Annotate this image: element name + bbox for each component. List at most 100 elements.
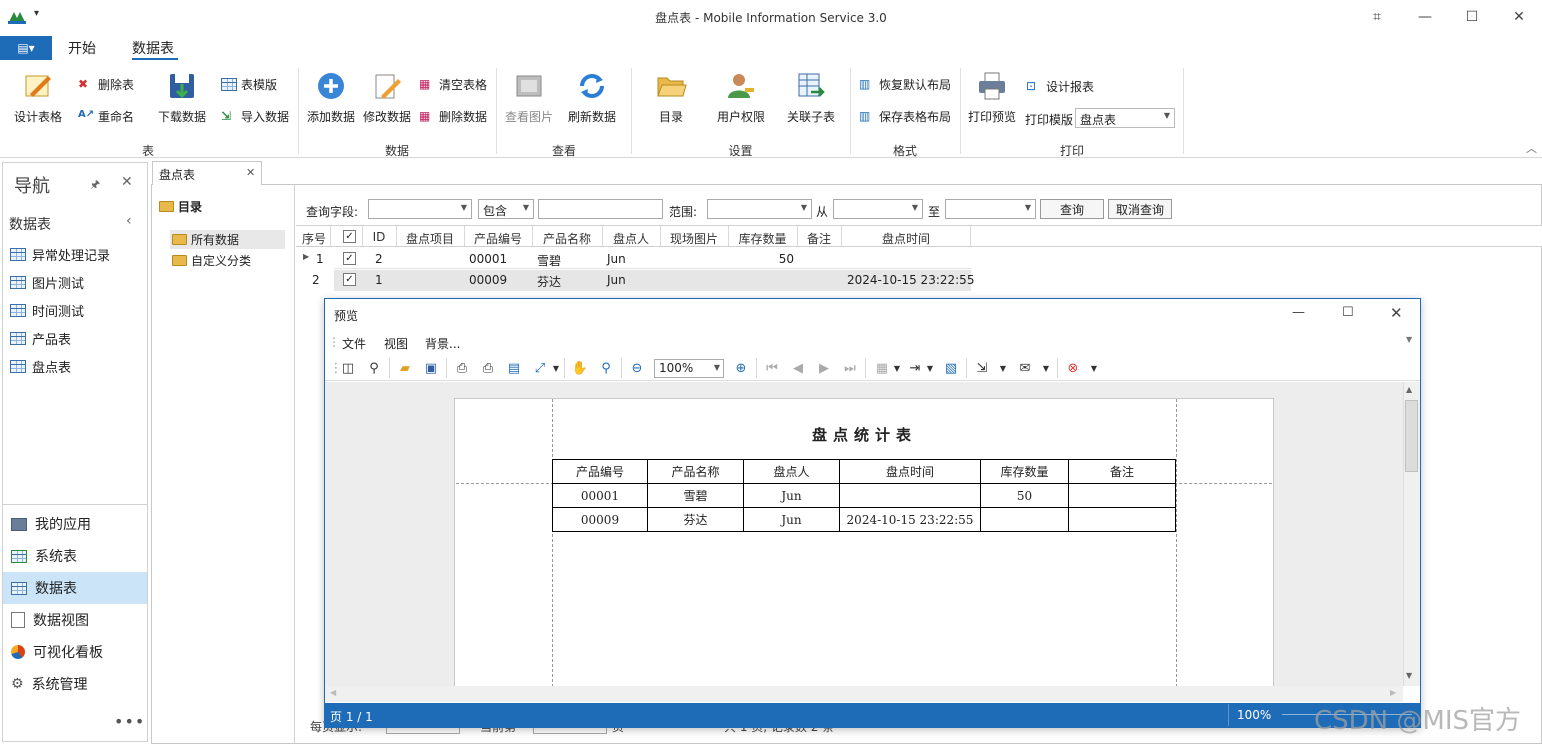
delete-data-button[interactable]: ▦ 删除数据 (419, 108, 487, 125)
zoom-select[interactable]: 100% ▼ (654, 359, 724, 378)
clear-table-button[interactable]: ▦ 清空表格 (419, 76, 487, 93)
toggle-sidebar-icon[interactable]: ◫ (340, 360, 356, 376)
col-header-time[interactable]: 盘点时间 (841, 230, 971, 247)
nav-section-header[interactable]: 数据表 (9, 214, 51, 234)
select-all-checkbox[interactable]: ✓ (343, 230, 356, 243)
design-report-button[interactable]: ⊡ 设计报表 (1026, 78, 1094, 95)
user-permissions-button[interactable]: 用户权限 (714, 70, 768, 125)
chevron-down-icon[interactable]: ▼ (995, 360, 1011, 376)
chevron-left-icon[interactable]: ‹ (126, 213, 132, 229)
menu-background[interactable]: 背景... (425, 335, 460, 352)
table-template-button[interactable]: 表模版 (221, 76, 277, 93)
print-icon[interactable]: ⎙ (454, 360, 470, 376)
design-table-button[interactable]: 设计表格 (10, 70, 66, 125)
refresh-data-button[interactable]: 刷新数据 (566, 70, 618, 125)
query-field-select[interactable]: ▼ (368, 199, 472, 219)
col-header-id[interactable]: ID (362, 230, 396, 244)
col-header-name[interactable]: 产品名称 (532, 230, 602, 247)
page-color-icon[interactable]: ⇥ (907, 360, 923, 376)
zoom-out-icon[interactable]: ⊖ (629, 360, 645, 376)
tree-root[interactable]: 目录 (159, 198, 202, 215)
linked-subtable-button[interactable]: 关联子表 (784, 70, 838, 125)
nav-dashboards[interactable]: 可视化看板 (3, 636, 147, 668)
next-page-icon[interactable]: ▶ (816, 360, 832, 376)
watermark-icon[interactable]: ▧ (943, 360, 959, 376)
search-button[interactable]: 查询 (1040, 199, 1104, 219)
delete-table-button[interactable]: ✖ 删除表 (78, 76, 134, 93)
multi-page-icon[interactable]: ▦ (874, 360, 890, 376)
scroll-right-icon[interactable]: ▶ (1390, 688, 1396, 697)
col-header-remark[interactable]: 备注 (797, 230, 841, 247)
close-tab-icon[interactable]: ✕ (246, 166, 255, 179)
nav-system-admin[interactable]: ⚙ 系统管理 (3, 668, 147, 700)
view-image-button[interactable]: 查看图片 (503, 70, 555, 125)
save-table-layout-button[interactable]: ▥ 保存表格布局 (859, 108, 951, 125)
nav-data-tables[interactable]: 数据表 (3, 572, 147, 604)
chevron-down-icon[interactable]: ▼ (1038, 360, 1054, 376)
page-setup-icon[interactable]: ▤ (506, 360, 522, 376)
print-template-select[interactable]: 盘点表 ▼ (1075, 108, 1175, 128)
close-button[interactable]: ✕ (1496, 4, 1542, 30)
add-data-button[interactable]: 添加数据 (305, 70, 357, 125)
first-page-icon[interactable]: ⏮ (764, 360, 780, 376)
nav-my-apps[interactable]: 我的应用 (3, 508, 147, 540)
tab-start[interactable]: 开始 (68, 38, 96, 58)
catalog-button[interactable]: 目录 (645, 70, 697, 125)
scroll-up-icon[interactable]: ▲ (1406, 385, 1412, 394)
magnifier-icon[interactable]: ⚲ (598, 360, 614, 376)
scroll-left-icon[interactable]: ◀ (330, 688, 336, 697)
row-checkbox[interactable]: ✓ (343, 252, 356, 265)
range-from-input[interactable]: ▼ (833, 199, 923, 219)
chevron-down-icon[interactable]: ▼ (1406, 335, 1412, 344)
close-icon[interactable]: ✕ (121, 174, 133, 190)
range-field-select[interactable]: ▼ (707, 199, 812, 219)
preview-close-button[interactable]: ✕ (1390, 304, 1403, 322)
print-preview-button[interactable]: 打印预览 (966, 70, 1018, 125)
query-text-input[interactable] (538, 199, 663, 219)
export-icon[interactable]: ⇲ (974, 360, 990, 376)
scroll-down-icon[interactable]: ▼ (1406, 671, 1412, 680)
restore-default-layout-button[interactable]: ▥ 恢复默认布局 (859, 76, 951, 93)
collapse-ribbon-icon[interactable]: ︿ (1526, 140, 1537, 156)
restore-layout-icon[interactable]: ⌗ (1354, 4, 1400, 30)
col-header-photo[interactable]: 现场图片 (660, 230, 728, 247)
horizontal-scrollbar[interactable] (325, 686, 1403, 702)
last-page-icon[interactable]: ⏭ (842, 360, 858, 376)
nav-item-product-table[interactable]: 产品表 (10, 329, 71, 348)
import-data-button[interactable]: ⇲ 导入数据 (221, 108, 289, 125)
email-icon[interactable]: ✉ (1017, 360, 1033, 376)
zoom-in-icon[interactable]: ⊕ (733, 360, 749, 376)
chevron-down-icon[interactable]: ▼ (889, 360, 905, 376)
save-icon[interactable]: ▣ (423, 360, 439, 376)
close-preview-icon[interactable]: ⊗ (1065, 360, 1081, 376)
scrollbar-thumb[interactable] (1405, 400, 1418, 472)
tab-datatable[interactable]: 数据表 (132, 38, 174, 58)
tree-item-custom-category[interactable]: 自定义分类 (172, 252, 251, 269)
range-to-input[interactable]: ▼ (945, 199, 1036, 219)
nav-system-tables[interactable]: 系统表 (3, 540, 147, 572)
menu-view[interactable]: 视图 (384, 335, 408, 352)
edit-data-button[interactable]: 修改数据 (361, 70, 413, 125)
col-header-qty[interactable]: 库存数量 (728, 230, 797, 247)
scale-icon[interactable]: ⤢ (532, 360, 548, 376)
hand-tool-icon[interactable]: ✋ (572, 360, 588, 376)
col-header-seq[interactable]: 序号 (298, 230, 330, 247)
download-data-button[interactable]: 下载数据 (156, 70, 208, 125)
nav-item-time-test[interactable]: 时间测试 (10, 301, 84, 320)
preview-maximize-button[interactable]: ☐ (1342, 305, 1354, 320)
maximize-button[interactable]: ☐ (1449, 4, 1495, 30)
query-mode-select[interactable]: 包含 ▼ (478, 199, 534, 219)
chevron-down-icon[interactable]: ▼ (922, 360, 938, 376)
row-checkbox[interactable]: ✓ (343, 273, 356, 286)
pin-icon[interactable]: 🖈 (90, 176, 100, 195)
rename-table-button[interactable]: A↗ 重命名 (78, 108, 134, 125)
find-icon[interactable]: ⚲ (366, 360, 382, 376)
nav-item-inventory-table[interactable]: 盘点表 (10, 357, 71, 376)
table-row[interactable] (334, 248, 971, 269)
col-header-item[interactable]: 盘点项目 (396, 230, 464, 247)
col-header-code[interactable]: 产品编号 (464, 230, 532, 247)
quick-print-icon[interactable]: ⎙ (480, 360, 496, 376)
open-icon[interactable]: ▰ (397, 360, 413, 376)
previous-page-icon[interactable]: ◀ (790, 360, 806, 376)
nav-item-exception-log[interactable]: 异常处理记录 (10, 245, 110, 264)
